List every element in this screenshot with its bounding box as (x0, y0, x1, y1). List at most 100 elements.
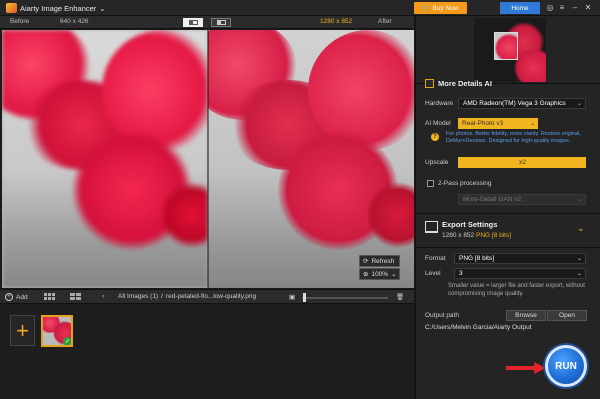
title-bar: Aiarty Image Enhancer ⌄ 🛒 Buy Now Home ◎… (0, 0, 600, 16)
hardware-select[interactable]: AMD Radeon(TM) Vega 3 Graphics ⌄ (458, 98, 586, 109)
side-by-side-icon (216, 20, 226, 25)
pointer-arrow (506, 362, 546, 374)
chevron-down-icon: ⌄ (391, 271, 397, 278)
chevron-left-icon: ‹ (102, 293, 105, 300)
home-button[interactable]: Home (500, 2, 540, 14)
app-title-text: Aiarty Image Enhancer (20, 3, 97, 13)
thumbnail-tray: + ✓ (0, 305, 414, 399)
output-path-label: Output path (425, 312, 459, 319)
format-select[interactable]: PNG [8 bits] ⌄ (454, 253, 586, 264)
two-pass-model-select: More-Detail GAN v2 ⌄ (458, 194, 586, 205)
chevron-down-icon[interactable]: ⌄ (99, 4, 105, 13)
thumbnail-size-slider[interactable] (302, 297, 388, 299)
add-circle-icon: + (5, 293, 13, 301)
cart-icon: 🛒 (422, 5, 431, 12)
browse-button[interactable]: Browse (506, 310, 546, 321)
hardware-value: AMD Radeon(TM) Vega 3 Graphics (463, 100, 566, 107)
refresh-button[interactable]: ⟳ Refresh (359, 255, 400, 267)
two-pass-label: 2-Pass processing (438, 180, 492, 187)
app-logo-icon (6, 3, 17, 13)
side-by-side-view-button[interactable] (211, 18, 231, 27)
ai-model-select[interactable]: Real-Photo v3 ⌄ (458, 118, 538, 129)
level-select[interactable]: 3 ⌄ (454, 268, 586, 279)
breadcrumb-separator: / (161, 293, 163, 300)
ai-model-value: Real-Photo v3 (462, 120, 504, 127)
home-label: Home (511, 4, 529, 12)
add-button[interactable]: + Add (5, 293, 28, 301)
split-view-button[interactable] (183, 18, 203, 27)
run-button[interactable]: RUN (545, 345, 587, 387)
ai-model-label: AI Model (425, 120, 451, 127)
filmstrip-view-button[interactable] (70, 293, 81, 300)
collapse-chevron-icon[interactable]: ⌄ (577, 223, 585, 234)
split-view-icon (188, 20, 198, 25)
level-value: 3 (459, 270, 463, 277)
export-size: 1280 x 852 (442, 232, 475, 239)
image-size-icon: ▣ (289, 294, 296, 301)
minimize-icon[interactable]: – (570, 2, 580, 13)
hardware-label: Hardware (425, 100, 454, 107)
after-label: After (378, 18, 392, 25)
upscale-value: x2 (519, 159, 526, 166)
export-format-tag: PNG (475, 232, 491, 239)
format-value: PNG [8 bits] (459, 255, 495, 262)
add-image-tile[interactable]: + (10, 315, 35, 346)
app-title: Aiarty Image Enhancer ⌄ (6, 3, 106, 13)
close-icon[interactable]: ✕ (583, 2, 593, 13)
two-pass-checkbox[interactable] (427, 180, 434, 187)
navigator-viewport[interactable] (494, 32, 518, 60)
run-label: RUN (555, 360, 577, 372)
slider-thumb[interactable] (303, 293, 307, 302)
zoom-select[interactable]: ⊕ 100% ⌄ (359, 268, 400, 280)
settings-panel: More Details AI Hardware AMD Radeon(TM) … (415, 16, 600, 399)
two-pass-model-value: More-Detail GAN v2 (463, 196, 522, 203)
plus-icon: + (16, 317, 29, 343)
zoom-icon: ⊕ (363, 271, 369, 278)
add-label: Add (16, 293, 28, 301)
grid-icon (44, 293, 55, 300)
before-label: Before (10, 18, 30, 25)
chevron-down-icon: ⌄ (576, 271, 582, 277)
browse-label: Browse (515, 312, 537, 319)
upscale-select[interactable]: x2 (458, 157, 586, 168)
level-label: Level (425, 270, 441, 277)
upscale-label: Upscale (425, 159, 449, 166)
chevron-down-icon: ⌄ (576, 256, 582, 262)
zoom-value: 100% (371, 270, 389, 278)
after-image (208, 30, 414, 288)
image-preview[interactable] (2, 30, 414, 288)
breadcrumb-file-name: red-petaled-flo...low-quality.png (165, 293, 257, 300)
breadcrumb: All Images (1) / red-petaled-flo...low-q… (118, 293, 256, 300)
refresh-icon: ⟳ (363, 258, 369, 265)
more-details-section-title: More Details AI (425, 79, 492, 88)
output-path-value: C:/Users/Melvin Garcia/Aiarty Output (425, 324, 532, 331)
compare-divider[interactable] (207, 30, 209, 288)
checkmark-icon: ✓ (63, 337, 71, 345)
ai-chip-icon (425, 79, 434, 88)
compare-bar: Before 640 x 426 1280 x 852 After (0, 16, 414, 29)
export-bits-tag: [8 bits] (491, 232, 512, 239)
back-button[interactable]: ‹ (102, 293, 104, 300)
image-thumbnail[interactable]: ✓ (41, 315, 73, 347)
export-settings-title: Export Settings (442, 220, 498, 229)
user-icon[interactable]: ◎ (545, 2, 555, 13)
help-icon[interactable]: ? (431, 133, 439, 141)
grid-view-button[interactable] (44, 293, 55, 300)
breadcrumb-all-images[interactable]: All Images (1) (118, 293, 158, 300)
open-button[interactable]: Open (547, 310, 587, 321)
level-info: Smaller value = larger file and faster e… (448, 283, 585, 297)
buy-now-button[interactable]: 🛒 Buy Now (414, 2, 467, 14)
export-settings-section-title: Export Settings 1280 x 852 PNG [8 bits] (425, 220, 511, 239)
buy-now-label: Buy Now (432, 4, 459, 12)
before-size: 640 x 426 (60, 18, 89, 25)
trash-icon[interactable]: 🗑 (396, 293, 404, 301)
monitor-icon (425, 221, 438, 233)
open-label: Open (559, 312, 575, 319)
chevron-down-icon: ⌄ (576, 197, 582, 203)
filmstrip-icon (70, 293, 81, 300)
navigator-preview (474, 18, 546, 82)
chevron-down-icon: ⌄ (576, 101, 582, 107)
menu-icon[interactable]: ≡ (557, 2, 567, 13)
after-size: 1280 x 852 (320, 18, 353, 25)
chevron-down-icon: ⌄ (529, 121, 535, 127)
